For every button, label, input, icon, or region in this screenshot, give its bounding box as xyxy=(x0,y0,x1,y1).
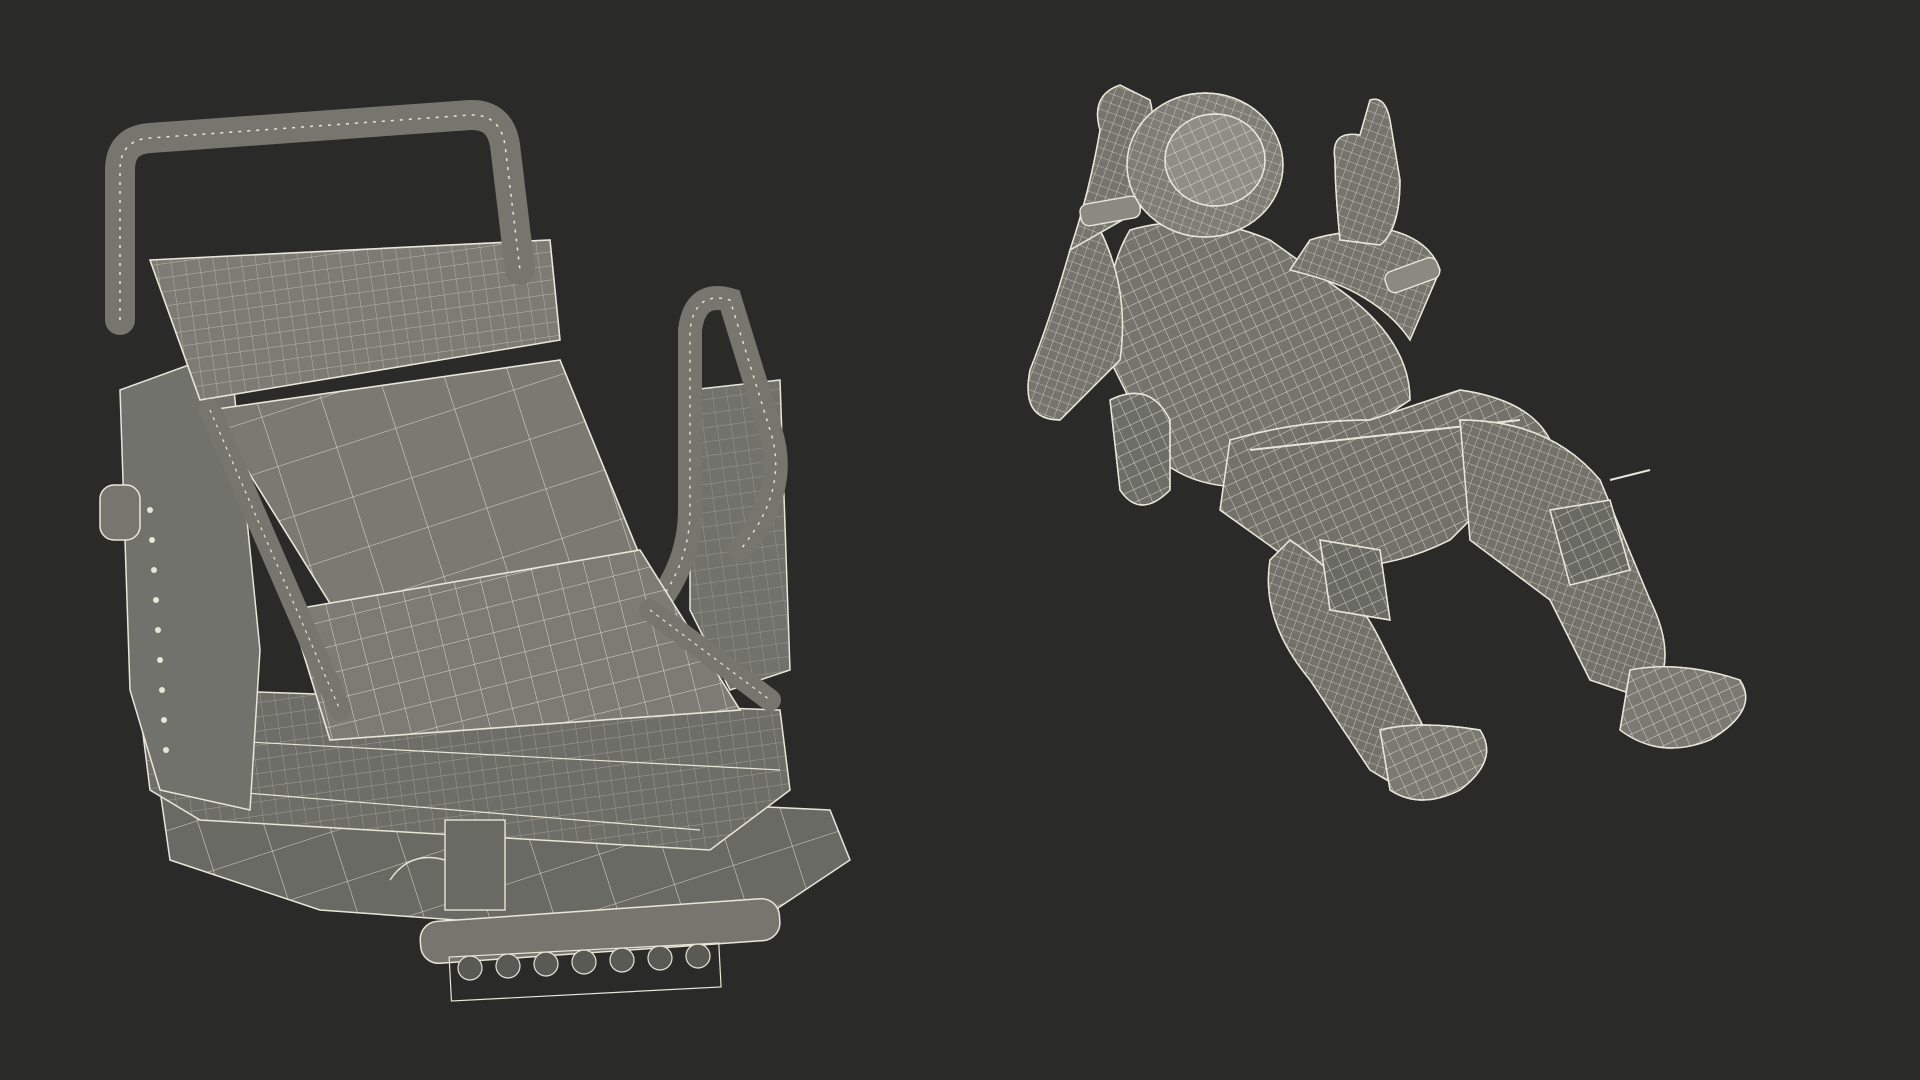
render-viewport xyxy=(0,0,1920,1080)
spacecraft-seat-icon xyxy=(99,100,851,1002)
spacecraft-seat-model xyxy=(90,90,910,1050)
floating-astronaut-icon xyxy=(1027,84,1747,801)
astronaut-model xyxy=(990,40,1870,840)
